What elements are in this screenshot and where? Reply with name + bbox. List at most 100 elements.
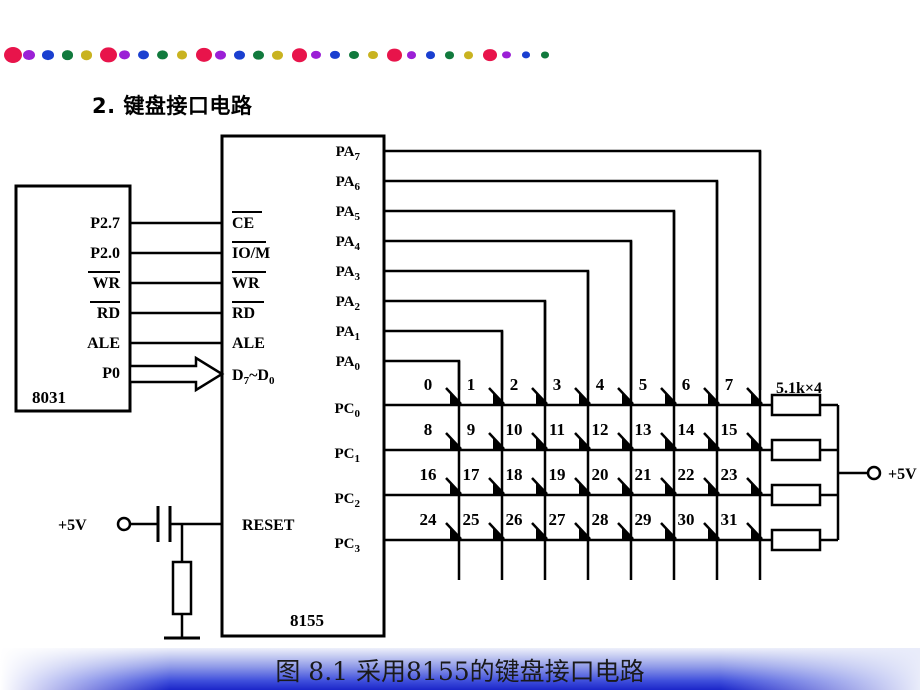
label-pa3: PA3: [336, 264, 361, 283]
pullup-resistor-1: [770, 393, 822, 417]
ribbon-dot: [253, 50, 264, 60]
ribbon-dot: [272, 50, 283, 60]
pullup-resistor-2: [770, 438, 822, 462]
ribbon-dot: [349, 50, 359, 60]
ribbon-dot: [176, 50, 188, 60]
key-label: 22: [678, 465, 695, 484]
key-12[interactable]: 12: [592, 420, 635, 450]
wire-pa6-to-col6: [384, 179, 719, 390]
ribbon-dot: [80, 50, 93, 60]
key-label: 27: [549, 510, 567, 529]
wire-pa0-to-col0: [384, 359, 461, 390]
ribbon-dot: [61, 50, 74, 60]
port-a-routing-wires: [384, 149, 762, 390]
key-label: 1: [467, 375, 476, 394]
key-label: 26: [506, 510, 523, 529]
mcu-pin-label-p27: P2.7: [90, 215, 120, 232]
key-label: 13: [635, 420, 652, 439]
ribbon-dot: [42, 50, 55, 60]
ribbon-dot: [23, 50, 36, 60]
ppi-pin-label-ce: CE: [232, 215, 254, 232]
key-label: 28: [592, 510, 609, 529]
ribbon-dot: [310, 50, 321, 60]
slide-canvas: 2. 键盘接口电路 P2.7 P2.0 WR RD ALE P0 8031 CE…: [0, 0, 920, 690]
wire-pa2-to-col2: [384, 299, 547, 390]
key-16[interactable]: 16: [420, 465, 463, 495]
key-17[interactable]: 17: [463, 465, 506, 495]
label-pa5: PA5: [336, 204, 361, 223]
key-5[interactable]: 5: [639, 375, 677, 405]
reset-resistor: [171, 560, 193, 616]
label-pa1: PA1: [336, 324, 360, 343]
label-pc0: PC0: [335, 401, 361, 420]
ppi-pin-label-rd: RD: [232, 305, 255, 322]
key-31[interactable]: 31: [721, 510, 764, 540]
mcu-8031-block: P2.7 P2.0 WR RD ALE P0 8031: [14, 184, 132, 413]
key-0[interactable]: 0: [424, 375, 462, 405]
label-pa7: PA7: [336, 144, 361, 163]
key-label: 18: [506, 465, 523, 484]
label-pc3: PC3: [335, 536, 361, 555]
key-9[interactable]: 9: [467, 420, 505, 450]
ppi-port-c-labels: PC0 PC1 PC2 PC3: [335, 401, 361, 555]
page-title: 2. 键盘接口电路: [92, 94, 253, 118]
ribbon-dot: [464, 51, 474, 59]
reset-circuit: +5V: [58, 506, 222, 640]
key-28[interactable]: 28: [592, 510, 635, 540]
label-pc2: PC2: [335, 491, 361, 510]
key-3[interactable]: 3: [553, 375, 591, 405]
key-19[interactable]: 19: [549, 465, 592, 495]
key-11[interactable]: 11: [549, 420, 591, 450]
key-30[interactable]: 30: [678, 510, 721, 540]
key-label: 3: [553, 375, 562, 394]
keypad-column-lines: [457, 151, 762, 580]
key-20[interactable]: 20: [592, 465, 635, 495]
key-6[interactable]: 6: [682, 375, 720, 405]
ribbon-dot: [119, 50, 131, 60]
key-label: 12: [592, 420, 609, 439]
key-7[interactable]: 7: [725, 375, 763, 405]
key-4[interactable]: 4: [596, 375, 634, 405]
key-25[interactable]: 25: [463, 510, 506, 540]
key-13[interactable]: 13: [635, 420, 678, 450]
key-label: 15: [721, 420, 738, 439]
mcu-pin-label-rd: RD: [97, 305, 120, 322]
key-27[interactable]: 27: [549, 510, 592, 540]
data-bus-arrow: [128, 355, 225, 393]
key-label: 9: [467, 420, 476, 439]
key-18[interactable]: 18: [506, 465, 549, 495]
key-label: 19: [549, 465, 566, 484]
key-1[interactable]: 1: [467, 375, 505, 405]
key-15[interactable]: 15: [721, 420, 764, 450]
key-26[interactable]: 26: [506, 510, 549, 540]
ribbon-dot: [444, 51, 455, 59]
ribbon-dot: [540, 51, 550, 59]
ribbon-dot: [483, 49, 497, 61]
key-8[interactable]: 8: [424, 420, 462, 450]
key-10[interactable]: 10: [506, 420, 549, 450]
key-24[interactable]: 24: [420, 510, 463, 540]
ribbon-dot: [521, 51, 531, 59]
ppi-pin-label-reset: RESET: [242, 517, 295, 534]
supply-terminal: [866, 465, 882, 481]
ribbon-dot: [502, 51, 512, 59]
key-22[interactable]: 22: [678, 465, 721, 495]
pullup-resistor-3: [770, 483, 822, 507]
keypad-row-0: 0 1 2 3 4 5 6 7: [424, 375, 763, 405]
key-label: 16: [420, 465, 437, 484]
ribbon-dot: [214, 50, 226, 60]
keyboard-interface-circuit-diagram: P2.7 P2.0 WR RD ALE P0 8031 CE IO/M WR R…: [14, 134, 917, 640]
key-14[interactable]: 14: [678, 420, 721, 450]
key-label: 4: [596, 375, 605, 394]
ppi-port-a-labels: PA7 PA6 PA5 PA4 PA3 PA2 PA1 PA0: [336, 144, 361, 373]
key-2[interactable]: 2: [510, 375, 548, 405]
wire-pa4-to-col4: [384, 239, 633, 390]
ribbon-dot: [406, 51, 416, 59]
key-label: 20: [592, 465, 609, 484]
pullup-resistor-4: [770, 528, 822, 552]
mcu-pin-label-p0: P0: [102, 365, 120, 382]
key-21[interactable]: 21: [635, 465, 678, 495]
key-label: 25: [463, 510, 480, 529]
key-29[interactable]: 29: [635, 510, 678, 540]
key-23[interactable]: 23: [721, 465, 764, 495]
